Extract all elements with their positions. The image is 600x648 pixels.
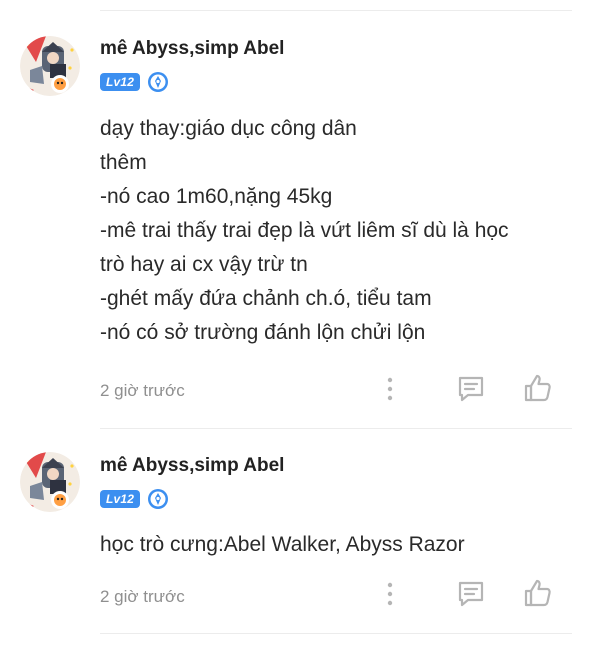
comment-line: dạy thay:giáo dục công dân bbox=[100, 117, 357, 140]
like-icon bbox=[524, 374, 551, 402]
username[interactable]: mê Abyss,simp Abel bbox=[100, 455, 284, 477]
user-badges: Lv12 bbox=[100, 488, 169, 510]
reply-button[interactable] bbox=[455, 373, 487, 405]
more-options-icon bbox=[387, 377, 393, 401]
reply-icon bbox=[458, 581, 484, 607]
comment-timestamp: 2 giờ trước bbox=[100, 381, 185, 400]
avatar-image bbox=[20, 36, 80, 96]
comment-line: -ghét mấy đứa chảnh ch.ó, tiểu tam bbox=[100, 287, 432, 310]
comment-body: học trò cưng:Abel Walker, Abyss Razor bbox=[100, 528, 570, 562]
rank-badge-icon bbox=[148, 489, 169, 509]
comment-line: thêm bbox=[100, 151, 147, 174]
more-options-button[interactable] bbox=[374, 373, 406, 405]
user-avatar[interactable] bbox=[20, 452, 80, 512]
like-button[interactable] bbox=[522, 577, 554, 609]
comment-line: -mê trai thấy trai đẹp là vứt liêm sĩ dù… bbox=[100, 219, 509, 242]
comment-body: dạy thay:giáo dục công dân thêm -nó cao … bbox=[100, 112, 570, 350]
rank-badge-icon bbox=[148, 72, 169, 92]
comment-divider bbox=[100, 428, 572, 429]
avatar-image bbox=[20, 452, 80, 512]
like-icon bbox=[524, 579, 551, 607]
user-avatar[interactable] bbox=[20, 36, 80, 96]
comment-line: -nó cao 1m60,nặng 45kg bbox=[100, 185, 333, 208]
comment-line: trò hay ai cx vậy trừ tn bbox=[100, 253, 308, 276]
username[interactable]: mê Abyss,simp Abel bbox=[100, 38, 284, 60]
reply-icon bbox=[458, 376, 484, 402]
more-options-icon bbox=[387, 582, 393, 606]
more-options-button[interactable] bbox=[374, 578, 406, 610]
level-badge: Lv12 bbox=[100, 490, 141, 508]
comment-timestamp: 2 giờ trước bbox=[100, 587, 185, 606]
comment-line: -nó có sở trường đánh lộn chửi lộn bbox=[100, 321, 426, 344]
like-button[interactable] bbox=[522, 372, 554, 404]
level-badge: Lv12 bbox=[100, 73, 141, 91]
reply-button[interactable] bbox=[455, 578, 487, 610]
bottom-divider bbox=[100, 633, 572, 634]
top-divider bbox=[100, 10, 572, 11]
comment-line: học trò cưng:Abel Walker, Abyss Razor bbox=[100, 533, 465, 556]
user-badges: Lv12 bbox=[100, 71, 169, 93]
